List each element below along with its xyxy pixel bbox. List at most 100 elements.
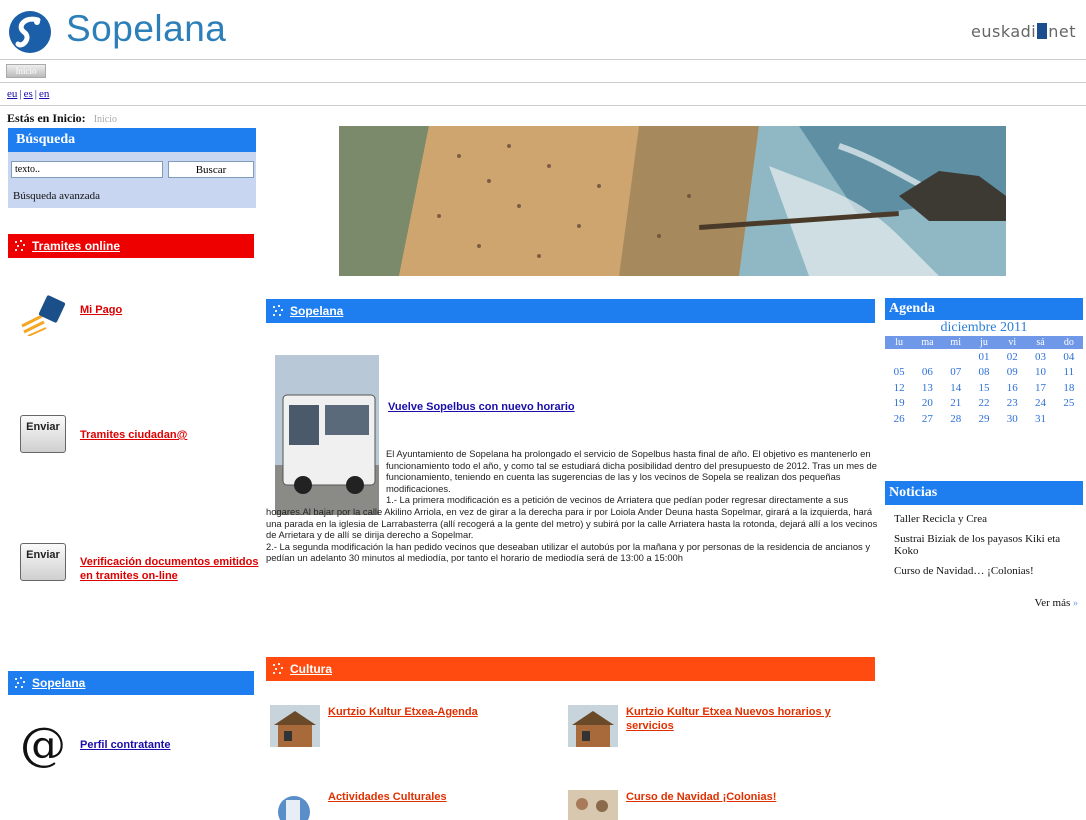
calendar-day — [913, 349, 941, 365]
kultur-etxea-thumbnail — [270, 705, 320, 747]
brand-text-right: net — [1048, 22, 1076, 41]
search-title: Búsqueda — [8, 128, 256, 152]
search-button[interactable]: Buscar — [168, 161, 254, 178]
cultura-header: Cultura — [266, 657, 875, 681]
news-title-link[interactable]: Vuelve Sopelbus con nuevo horario — [388, 401, 575, 413]
ver-mas-link[interactable]: Ver más » — [1035, 597, 1079, 609]
calendar-day[interactable]: 25 — [1055, 396, 1083, 412]
brand-text-left: euskadi — [971, 22, 1037, 41]
calendar-day[interactable]: 26 — [885, 411, 913, 427]
site-title: Sopelana — [66, 8, 227, 49]
calendar-day[interactable]: 27 — [913, 411, 941, 427]
advanced-search-link[interactable]: Búsqueda avanzada — [13, 190, 100, 202]
calendar-day[interactable]: 01 — [970, 349, 998, 365]
payment-card-icon[interactable] — [20, 292, 70, 336]
calendar-day[interactable]: 31 — [1026, 411, 1054, 427]
sopelana-logo-icon[interactable] — [8, 8, 52, 56]
calendar-day[interactable]: 03 — [1026, 349, 1054, 365]
agenda-panel: Agenda diciembre 2011 lu ma mi ju vi sá … — [885, 298, 1083, 427]
calendar-day[interactable]: 12 — [885, 380, 913, 396]
calendar-day[interactable]: 04 — [1055, 349, 1083, 365]
breadcrumb-label: Estás en Inicio: — [7, 111, 86, 125]
home-button[interactable]: Inicio — [6, 64, 46, 78]
kultur-etxea-thumbnail — [568, 705, 618, 747]
noticias-panel: Noticias Taller Recicla y Crea Sustrai B… — [885, 481, 1083, 609]
euskadi-net-logo[interactable]: euskadi net — [971, 22, 1076, 41]
calendar-day[interactable]: 30 — [998, 411, 1026, 427]
curso-navidad-link[interactable]: Curso de Navidad ¡Colonias! — [626, 790, 836, 804]
divider — [0, 105, 1086, 106]
colonias-thumbnail — [568, 790, 618, 820]
weekday: vi — [998, 336, 1027, 349]
calendar-day[interactable]: 24 — [1026, 396, 1054, 412]
dots-icon — [14, 240, 26, 252]
cultura-link[interactable]: Cultura — [290, 662, 332, 676]
noticia-item[interactable]: Curso de Navidad… ¡Colonias! — [894, 565, 1083, 577]
calendar-day — [942, 349, 970, 365]
calendar-day[interactable]: 06 — [913, 365, 941, 381]
send-button-icon[interactable]: Enviar — [20, 415, 70, 459]
language-selector: eu | es | en — [7, 88, 50, 100]
left-sopelana-header: Sopelana — [8, 671, 254, 695]
weekday: lu — [885, 336, 914, 349]
calendar-day[interactable]: 28 — [942, 411, 970, 427]
perfil-contratante-link[interactable]: Perfil contratante — [80, 739, 170, 751]
calendar-day[interactable]: 20 — [913, 396, 941, 412]
tramites-online-link[interactable]: Tramites online — [32, 239, 120, 253]
calendar-day[interactable]: 18 — [1055, 380, 1083, 396]
breadcrumb: Estás en Inicio: Inicio — [7, 111, 117, 126]
actividades-culturales-link[interactable]: Actividades Culturales — [328, 790, 538, 804]
calendar-day[interactable]: 16 — [998, 380, 1026, 396]
calendar-day[interactable]: 07 — [942, 365, 970, 381]
breadcrumb-home-link[interactable]: Inicio — [94, 114, 117, 125]
calendar-day[interactable]: 09 — [998, 365, 1026, 381]
calendar-day[interactable]: 19 — [885, 396, 913, 412]
calendar-day[interactable]: 02 — [998, 349, 1026, 365]
calendar-day[interactable]: 05 — [885, 365, 913, 381]
lang-en-link[interactable]: en — [39, 88, 49, 100]
search-input[interactable] — [11, 161, 163, 178]
calendar-day[interactable]: 22 — [970, 396, 998, 412]
calendar-day[interactable]: 29 — [970, 411, 998, 427]
noticia-item[interactable]: Taller Recicla y Crea — [894, 513, 1083, 525]
calendar-day[interactable]: 23 — [998, 396, 1026, 412]
main-sopelana-header: Sopelana — [266, 299, 875, 323]
dots-icon — [272, 663, 284, 675]
calendar-day[interactable]: 11 — [1055, 365, 1083, 381]
weekday: ma — [913, 336, 942, 349]
agenda-title: Agenda — [885, 298, 1083, 320]
euskadi-flag-icon — [1037, 23, 1048, 39]
weekday: sá — [1026, 336, 1055, 349]
lang-es-link[interactable]: es — [24, 88, 33, 100]
double-chevron-right-icon: » — [1073, 598, 1078, 609]
main-sopelana-link[interactable]: Sopelana — [290, 304, 343, 318]
calendar-day[interactable]: 17 — [1026, 380, 1054, 396]
cultura-agenda-link[interactable]: Kurtzio Kultur Etxea-Agenda — [328, 705, 538, 719]
divider — [0, 59, 1086, 60]
actividades-thumbnail — [278, 796, 310, 820]
tramites-online-header: Tramites online — [8, 234, 254, 258]
beach-banner-image — [339, 126, 1006, 276]
news-paragraph: El Ayuntamiento de Sopelana ha prolongad… — [386, 448, 877, 494]
weekday: do — [1054, 336, 1083, 349]
mi-pago-link[interactable]: Mi Pago — [80, 304, 122, 316]
calendar-day[interactable]: 13 — [913, 380, 941, 396]
lang-eu-link[interactable]: eu — [7, 88, 17, 100]
calendar-day[interactable]: 14 — [942, 380, 970, 396]
calendar-day[interactable]: 10 — [1026, 365, 1054, 381]
news-body: El Ayuntamiento de Sopelana ha prolongad… — [266, 448, 878, 564]
noticia-item[interactable]: Sustrai Biziak de los payasos Kiki eta K… — [894, 533, 1083, 557]
cultura-horarios-link[interactable]: Kurtzio Kultur Etxea Nuevos horarios y s… — [626, 705, 836, 733]
at-sign-icon[interactable]: @ — [20, 720, 68, 768]
noticias-list: Taller Recicla y Crea Sustrai Biziak de … — [885, 505, 1083, 577]
tramites-ciudadan-link[interactable]: Tramites ciudadan@ — [80, 429, 187, 441]
calendar-day[interactable]: 15 — [970, 380, 998, 396]
verificacion-documentos-link[interactable]: Verificación documentos emitidos en tram… — [80, 555, 260, 583]
site-header: Sopelana euskadi net — [0, 0, 1086, 60]
divider — [0, 82, 1086, 83]
ver-mas-label: Ver más — [1034, 597, 1071, 609]
calendar-day[interactable]: 08 — [970, 365, 998, 381]
left-sopelana-link[interactable]: Sopelana — [32, 676, 85, 690]
send-button-icon[interactable]: Enviar — [20, 543, 70, 587]
calendar-day[interactable]: 21 — [942, 396, 970, 412]
